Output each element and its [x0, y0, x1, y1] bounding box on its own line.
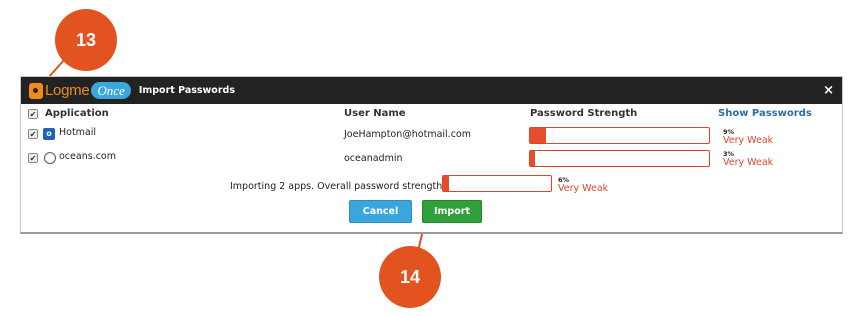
row-checkbox-oceans[interactable]: ✔	[28, 153, 38, 163]
outlook-icon: o	[43, 128, 55, 140]
column-header-username: User Name	[344, 108, 406, 119]
dialog-title: Import Passwords	[138, 85, 235, 96]
app-name: oceans.com	[59, 151, 116, 162]
globe-icon	[44, 152, 56, 164]
show-passwords-link[interactable]: Show Passwords	[718, 108, 812, 119]
strength-bar	[529, 150, 710, 167]
dialog-titlebar: Logme Once Import Passwords ×	[21, 77, 842, 104]
strength-bar-fill	[530, 128, 547, 143]
overall-strength-bar-fill	[443, 176, 450, 191]
summary-text: Importing 2 apps. Overall password stren…	[230, 181, 453, 192]
key-icon	[29, 82, 43, 99]
logo-badge: Once	[91, 82, 131, 99]
user-name: oceanadmin	[344, 153, 403, 164]
logo-text: Logme	[45, 82, 90, 99]
column-header-password-strength: Password Strength	[530, 108, 638, 119]
logmeonce-logo: Logme Once	[29, 82, 131, 99]
select-all-checkbox[interactable]: ✔	[28, 109, 38, 119]
strength-label: Very Weak	[723, 157, 774, 168]
callout-14: 14	[379, 246, 441, 308]
callout-13: 13	[55, 9, 117, 71]
close-icon[interactable]: ×	[823, 83, 834, 98]
strength-bar-fill	[530, 151, 536, 166]
row-checkbox-hotmail[interactable]: ✔	[28, 129, 38, 139]
user-name: JoeHampton@hotmail.com	[344, 129, 471, 140]
overall-strength-bar	[442, 175, 552, 192]
app-name: Hotmail	[59, 127, 97, 138]
cancel-button[interactable]: Cancel	[349, 200, 412, 223]
strength-bar	[529, 127, 710, 144]
overall-strength-label: Very Weak	[558, 183, 609, 194]
import-button[interactable]: Import	[422, 200, 482, 223]
column-header-application: Application	[45, 108, 109, 119]
strength-label: Very Weak	[723, 135, 774, 146]
